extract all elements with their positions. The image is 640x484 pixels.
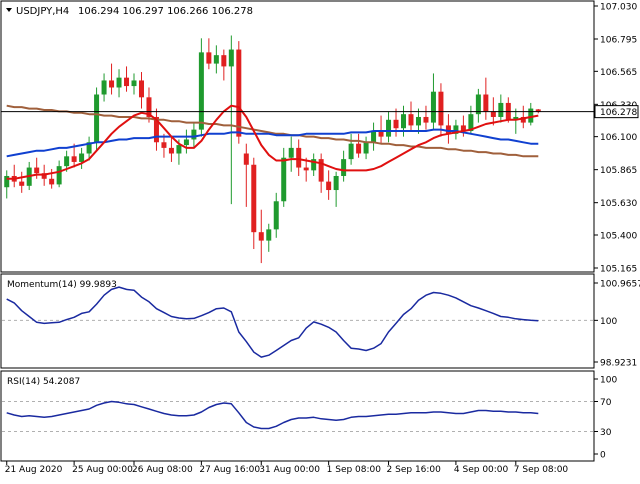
- candle-body: [266, 229, 272, 241]
- candle-body: [116, 77, 122, 88]
- candle-body: [243, 153, 249, 165]
- candle-body: [221, 55, 227, 67]
- candle-body: [138, 80, 144, 98]
- price-tick-label: 107.030: [600, 3, 637, 13]
- candle-body: [303, 167, 309, 171]
- candle-body: [213, 55, 219, 64]
- momentum-label: Momentum(14) 99.9893: [7, 280, 117, 290]
- price-tick-label: 105.165: [600, 265, 637, 275]
- time-tick-label: 25 Aug 00:00: [72, 465, 133, 475]
- rsi-tick-label: 70: [600, 398, 612, 408]
- time-tick-label: 4 Sep 00:00: [454, 465, 509, 475]
- candle-body: [393, 119, 399, 129]
- candle-body: [326, 181, 332, 191]
- rsi-tick-label: 100: [600, 376, 617, 386]
- time-tick-label: 1 Sep 08:00: [327, 465, 382, 475]
- rsi-panel[interactable]: [0, 370, 595, 462]
- time-tick-label: 21 Aug 2020: [5, 465, 63, 475]
- momentum-tick-label: 100.9657: [600, 280, 640, 290]
- candle-body: [423, 116, 429, 123]
- candle-body: [251, 164, 257, 233]
- time-tick-label: 26 Aug 08:00: [132, 465, 193, 475]
- rsi-tick-label: 0: [600, 451, 606, 461]
- candle-body: [333, 175, 339, 191]
- candle-body: [206, 52, 212, 64]
- price-tick-label: 105.865: [600, 166, 637, 176]
- candle-body: [71, 156, 77, 162]
- ohlc-values: 106.294 106.297 106.266 106.278: [78, 6, 253, 17]
- price-tick-label: 106.100: [600, 133, 637, 143]
- price-tick-label: 105.630: [600, 199, 637, 209]
- candle-body: [341, 159, 347, 176]
- candle-body: [438, 91, 444, 126]
- candle-body: [124, 77, 130, 87]
- candle-body: [19, 181, 25, 186]
- momentum-tick-label: 100: [600, 317, 617, 327]
- current-price-label: 106.278: [600, 108, 637, 118]
- candle-body: [79, 153, 85, 162]
- price-tick-label: 106.795: [600, 36, 637, 46]
- candle-body: [183, 139, 189, 146]
- candle-body: [528, 108, 534, 123]
- candle-body: [131, 80, 137, 87]
- rsi-tick-label: 30: [600, 428, 612, 438]
- candle-body: [490, 111, 496, 117]
- candle-body: [348, 143, 354, 160]
- candle-body: [228, 49, 234, 67]
- price-tick-label: 106.565: [600, 68, 637, 78]
- candle-body: [191, 129, 197, 140]
- candle-body: [236, 49, 242, 137]
- candle-body: [371, 131, 377, 143]
- rsi-label: RSI(14) 54.2087: [7, 377, 80, 387]
- candle-body: [483, 94, 489, 112]
- candle-body: [296, 147, 302, 168]
- candle-body: [356, 143, 362, 154]
- candle-body: [408, 114, 414, 126]
- price-panel[interactable]: [0, 0, 595, 273]
- candle-body: [198, 52, 204, 130]
- candle-body: [94, 94, 100, 143]
- candle-body: [161, 142, 167, 148]
- momentum-tick-label: 98.9231: [600, 359, 637, 369]
- candle-body: [34, 167, 40, 174]
- candle-body: [401, 114, 407, 129]
- candle-body: [281, 157, 287, 202]
- candle-body: [101, 80, 107, 95]
- candle-body: [49, 178, 55, 185]
- time-tick-label: 7 Sep 08:00: [514, 465, 569, 475]
- time-tick-label: 27 Aug 16:00: [199, 465, 260, 475]
- candle-body: [273, 201, 279, 230]
- candle-body: [430, 91, 436, 123]
- candle-body: [176, 145, 182, 154]
- candle-body: [258, 232, 264, 241]
- time-tick-label: 2 Sep 16:00: [387, 465, 442, 475]
- candle-body: [288, 147, 294, 158]
- chart-canvas[interactable]: 107.030106.795106.565106.330106.100105.8…: [0, 0, 640, 480]
- time-tick-label: 31 Aug 00:00: [259, 465, 320, 475]
- candle-body: [498, 102, 504, 117]
- trading-chart-window[interactable]: 107.030106.795106.565106.330106.100105.8…: [0, 0, 640, 480]
- symbol-timeframe: USDJPY,H4: [16, 6, 69, 17]
- candle-body: [4, 175, 10, 188]
- candle-body: [386, 119, 392, 137]
- candle-body: [109, 80, 115, 88]
- candle-body: [168, 147, 174, 154]
- candle-body: [56, 166, 62, 185]
- candle-body: [64, 156, 70, 167]
- candle-body: [415, 116, 421, 126]
- price-tick-label: 105.400: [600, 231, 637, 241]
- candle-body: [363, 142, 369, 154]
